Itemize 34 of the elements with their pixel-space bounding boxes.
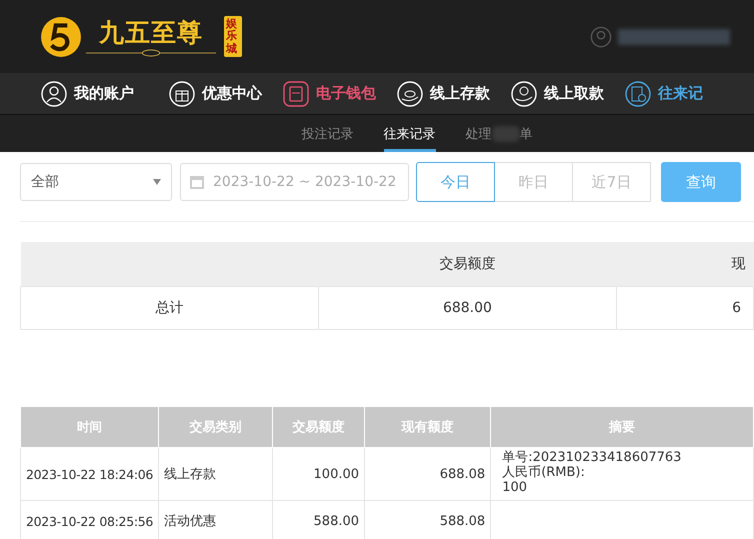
nav-item[interactable]: 我的账户 xyxy=(41,80,134,106)
table-cell: 6 xyxy=(616,286,754,330)
clipboard-clock-icon xyxy=(625,80,651,106)
calendar-icon xyxy=(189,174,205,190)
logo-title: 九五至尊 xyxy=(99,16,203,48)
sub-tab[interactable]: 往来记录 xyxy=(384,115,436,152)
table-cell: 2023-10-22 18:24:06 xyxy=(20,448,159,500)
nav-item[interactable]: 优惠中心 xyxy=(169,80,262,106)
range-button[interactable]: 今日 xyxy=(416,162,495,202)
nav-item[interactable]: 电子钱包 xyxy=(283,80,376,106)
type-select[interactable]: 全部 xyxy=(20,163,172,201)
logo-icon xyxy=(40,16,82,58)
nav-item[interactable]: 往来记 xyxy=(625,80,703,106)
table-cell: 2023-10-22 08:25:56 xyxy=(20,500,159,539)
nav-item[interactable]: 线上取款 xyxy=(511,80,604,106)
date-range-field[interactable]: 2023-10-22 ~ 2023-10-22 xyxy=(180,163,409,201)
user-icon xyxy=(41,80,67,106)
table-cell: 线上存款 xyxy=(158,448,272,500)
wallet-icon xyxy=(283,80,309,106)
nav-item[interactable]: 线上存款 xyxy=(397,80,490,106)
table-cell: 688.00 xyxy=(318,286,617,330)
sub-tab[interactable]: 处理 单 xyxy=(466,115,532,152)
table-cell: 100.00 xyxy=(272,448,365,500)
column-header: 现 xyxy=(616,242,754,286)
summary-line: 人民币(RMB): xyxy=(502,465,586,480)
column-header: 交易额度 xyxy=(318,242,617,286)
table-cell: 688.08 xyxy=(364,448,491,500)
gift-icon xyxy=(169,80,195,106)
summary-line: 100 xyxy=(502,480,528,495)
logo-badge: 娱乐城 xyxy=(224,16,242,57)
user-avatar-icon xyxy=(590,26,612,48)
sub-tab[interactable]: 投注记录 xyxy=(302,115,354,152)
summary-line: 单号:202310233418607763 xyxy=(502,450,682,465)
table-cell: 总计 xyxy=(20,286,318,330)
